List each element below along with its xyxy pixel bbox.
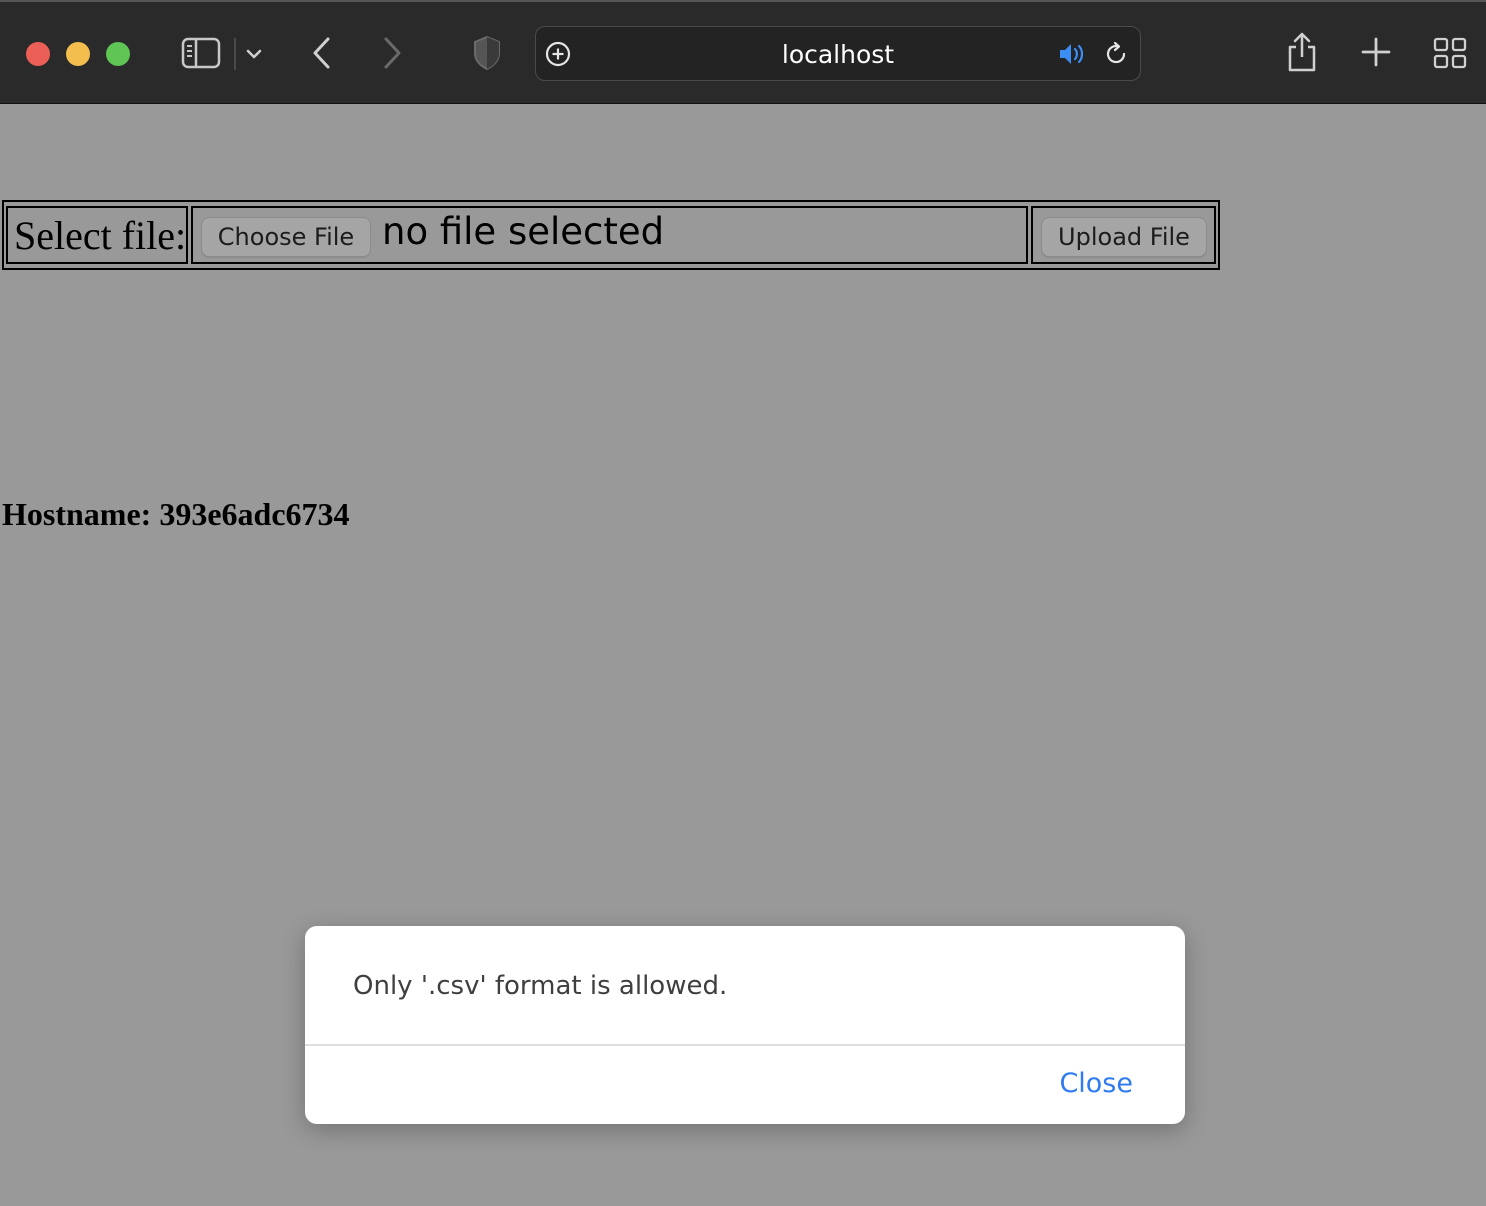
plus-icon[interactable]	[1360, 36, 1392, 68]
chevron-down-icon[interactable]	[244, 44, 264, 64]
dialog-divider	[305, 1044, 1185, 1046]
toolbar-divider	[234, 38, 236, 70]
hostname-text: Hostname: 393e6adc6734	[2, 496, 350, 532]
file-input-cell: Choose File no file selected	[191, 206, 1028, 264]
alert-dialog: Only '.csv' format is allowed. Close	[305, 926, 1185, 1124]
sidebar-icon[interactable]	[180, 36, 222, 70]
select-file-label: Select file:	[14, 213, 187, 258]
upload-file-button[interactable]: Upload File	[1041, 217, 1207, 257]
zoom-window-button[interactable]	[106, 42, 130, 66]
reload-icon[interactable]	[1102, 40, 1130, 68]
minimize-window-button[interactable]	[66, 42, 90, 66]
back-chevron-left-icon[interactable]	[306, 34, 336, 72]
upload-cell: Upload File	[1031, 206, 1216, 264]
close-button[interactable]: Close	[1059, 1064, 1133, 1104]
speaker-icon[interactable]	[1057, 40, 1089, 68]
grid-icon[interactable]	[1432, 36, 1468, 70]
choose-file-button[interactable]: Choose File	[201, 217, 371, 257]
label-cell: Select file:	[6, 206, 188, 264]
file-status-text: no file selected	[382, 210, 665, 253]
address-text[interactable]: localhost	[536, 27, 1140, 82]
share-icon[interactable]	[1284, 30, 1320, 74]
alert-message: Only '.csv' format is allowed.	[353, 971, 728, 1001]
close-window-button[interactable]	[26, 42, 50, 66]
shield-icon[interactable]	[470, 34, 504, 72]
address-bar[interactable]: localhost	[535, 26, 1141, 81]
upload-form-table: Select file: Choose File no file selecte…	[2, 200, 1220, 270]
browser-toolbar: localhost	[0, 0, 1486, 104]
forward-chevron-right-icon[interactable]	[378, 34, 408, 72]
